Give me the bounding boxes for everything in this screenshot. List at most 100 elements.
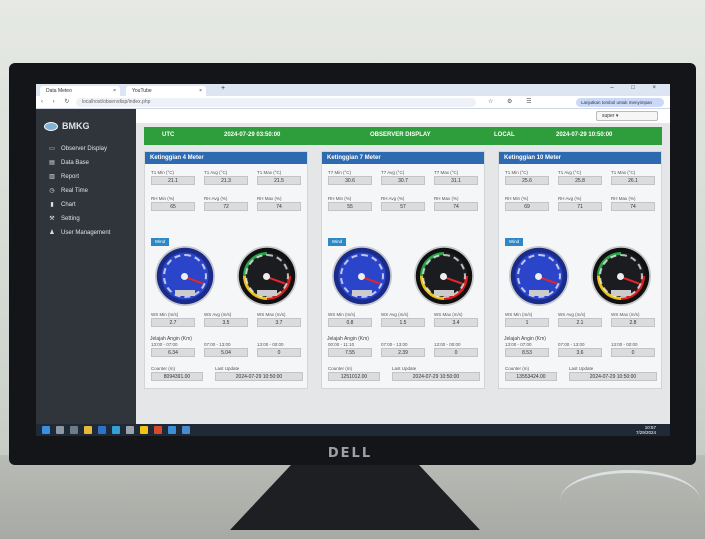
field-value[interactable]: 25.6 — [505, 176, 549, 185]
app-icon[interactable] — [182, 426, 190, 434]
task-view-icon[interactable] — [70, 426, 78, 434]
field-value[interactable]: 21.3 — [204, 176, 248, 185]
system-clock[interactable]: 10:57 7/29/2024 — [636, 425, 656, 435]
field-value[interactable]: 55 — [328, 202, 372, 211]
field-value[interactable]: 0 — [434, 348, 478, 357]
app-icon[interactable] — [154, 426, 162, 434]
sidebar-item-observer-display[interactable]: ▭ Observer Display — [48, 145, 107, 153]
field-value[interactable]: 2.8 — [611, 318, 655, 327]
sidebar-item-chart[interactable]: ▮ Chart — [48, 201, 75, 209]
resume-button[interactable]: Lanjutkan tombol untuk menyimpan — [576, 98, 664, 107]
field-value[interactable]: 30.7 — [381, 176, 425, 185]
field-value[interactable]: 3.5 — [204, 318, 248, 327]
field-label: WS Avg (m/s) — [558, 312, 586, 317]
browser-tab-strip: Data Meteo × YouTube × + – □ × — [36, 84, 670, 96]
t-field: T1 Avg (°C) 21.3 — [204, 170, 248, 185]
field-value[interactable]: 3.4 — [434, 318, 478, 327]
monitor-icon: ▭ — [49, 146, 55, 152]
field-label: WS Avg (m/s) — [204, 312, 232, 317]
field-value[interactable]: 74 — [611, 202, 655, 211]
cable — [560, 470, 700, 530]
field-value[interactable]: 74 — [434, 202, 478, 211]
nav-buttons[interactable]: ‹ › ↻ — [41, 98, 73, 105]
bmkg-logo-icon — [44, 121, 58, 131]
user-icon: ♟ — [49, 230, 55, 236]
field-value[interactable]: 69 — [505, 202, 549, 211]
field-value[interactable]: 0 — [611, 348, 655, 357]
toolbar-icons[interactable]: ☆ ⚙ ☰ — [488, 98, 537, 105]
field-value[interactable]: 65 — [151, 202, 195, 211]
field-label: Last Update — [215, 366, 240, 371]
field-value[interactable]: 26.1 — [611, 176, 655, 185]
sidebar-item-real-time[interactable]: ◷ Real Time — [48, 187, 89, 195]
mail-icon[interactable] — [98, 426, 106, 434]
field-value[interactable]: 7.55 — [328, 348, 372, 357]
field-value[interactable]: 0.8 — [328, 318, 372, 327]
file-explorer-icon[interactable] — [84, 426, 92, 434]
field-value[interactable]: 13553424.00 — [505, 372, 557, 381]
field-value[interactable]: 3.6 — [558, 348, 602, 357]
close-icon[interactable]: × — [199, 86, 202, 96]
window-controls[interactable]: – □ × — [610, 85, 664, 91]
brand[interactable]: BMKG — [44, 121, 90, 131]
sidebar-item-user-management[interactable]: ♟ User Management — [48, 229, 110, 237]
field-value[interactable]: 6.34 — [151, 348, 195, 357]
close-icon[interactable]: × — [113, 86, 116, 96]
field-label: RH Max (%) — [611, 196, 636, 201]
field-value[interactable]: 30.6 — [328, 176, 372, 185]
field-value[interactable]: 31.1 — [434, 176, 478, 185]
tab-label: Data Meteo — [46, 88, 72, 94]
chrome-icon[interactable] — [140, 426, 148, 434]
field-value[interactable]: 1.5 — [381, 318, 425, 327]
new-tab-button[interactable]: + — [221, 85, 225, 92]
field-value[interactable]: 1251012.00 — [328, 372, 380, 381]
sidebar-item-setting[interactable]: ⚒ Setting — [48, 215, 79, 223]
jelajah-field: 13:00 - 07:00 8.53 — [505, 342, 549, 357]
field-value[interactable]: 8.53 — [505, 348, 549, 357]
search-icon[interactable] — [56, 426, 64, 434]
field-value[interactable]: 0 — [257, 348, 301, 357]
field-label: WS Min (m/s) — [328, 312, 356, 317]
field-value[interactable]: 57 — [381, 202, 425, 211]
field-value[interactable]: 3.7 — [257, 318, 301, 327]
field-value[interactable]: 2.7 — [151, 318, 195, 327]
panel-title: Ketinggian 10 Meter — [499, 152, 661, 164]
start-icon[interactable] — [42, 426, 50, 434]
url-field[interactable]: localhost/observdisp/index.php — [76, 98, 476, 107]
ws-field: WS Avg (m/s) 2.1 — [558, 312, 602, 327]
field-value[interactable]: 21.1 — [151, 176, 195, 185]
field-value[interactable]: 8094391.00 — [151, 372, 203, 381]
field-value[interactable]: 74 — [257, 202, 301, 211]
field-value[interactable]: 2024-07-29 10:50:00 — [569, 372, 657, 381]
field-label: 07:00 - 13:00 — [204, 342, 231, 347]
sidebar-item-data-base[interactable]: ▤ Data Base — [48, 159, 89, 167]
app-icon[interactable] — [168, 426, 176, 434]
jelajah-field: 00:00 - 11:10 7.55 — [328, 342, 372, 357]
field-value[interactable]: 1 — [505, 318, 549, 327]
edge-icon[interactable] — [112, 426, 120, 434]
field-value[interactable]: 2.1 — [558, 318, 602, 327]
field-label: WS Max (m/s) — [434, 312, 463, 317]
field-value[interactable]: 2.39 — [381, 348, 425, 357]
field-value[interactable]: 2024-07-29 10:50:00 — [392, 372, 480, 381]
browser-tab-2[interactable]: YouTube × — [126, 86, 206, 96]
user-menu-button[interactable]: super ▾ — [596, 111, 658, 121]
clock-icon: ◷ — [49, 188, 55, 194]
rh-field: RH Min (%) 55 — [328, 196, 372, 211]
brand-label: BMKG — [62, 121, 90, 131]
t-field: T1 Avg (°C) 25.8 — [558, 170, 602, 185]
settings-icon[interactable] — [126, 426, 134, 434]
sidebar-item-report[interactable]: ▥ Report — [48, 173, 79, 181]
field-value[interactable]: 5.04 — [204, 348, 248, 357]
field-value[interactable]: 2024-07-29 10:50:00 — [215, 372, 303, 381]
field-value[interactable]: 72 — [204, 202, 248, 211]
sidebar-item-label: Real Time — [61, 187, 89, 194]
field-value[interactable]: 71 — [558, 202, 602, 211]
jelajah-field: 07:00 - 13:00 5.04 — [204, 342, 248, 357]
field-value[interactable]: 25.8 — [558, 176, 602, 185]
browser-tab-1[interactable]: Data Meteo × — [40, 86, 120, 96]
field-label: WS Min (m/s) — [151, 312, 179, 317]
rh-field: RH Avg (%) 57 — [381, 196, 425, 211]
field-value[interactable]: 21.5 — [257, 176, 301, 185]
field-label: RH Avg (%) — [558, 196, 582, 201]
